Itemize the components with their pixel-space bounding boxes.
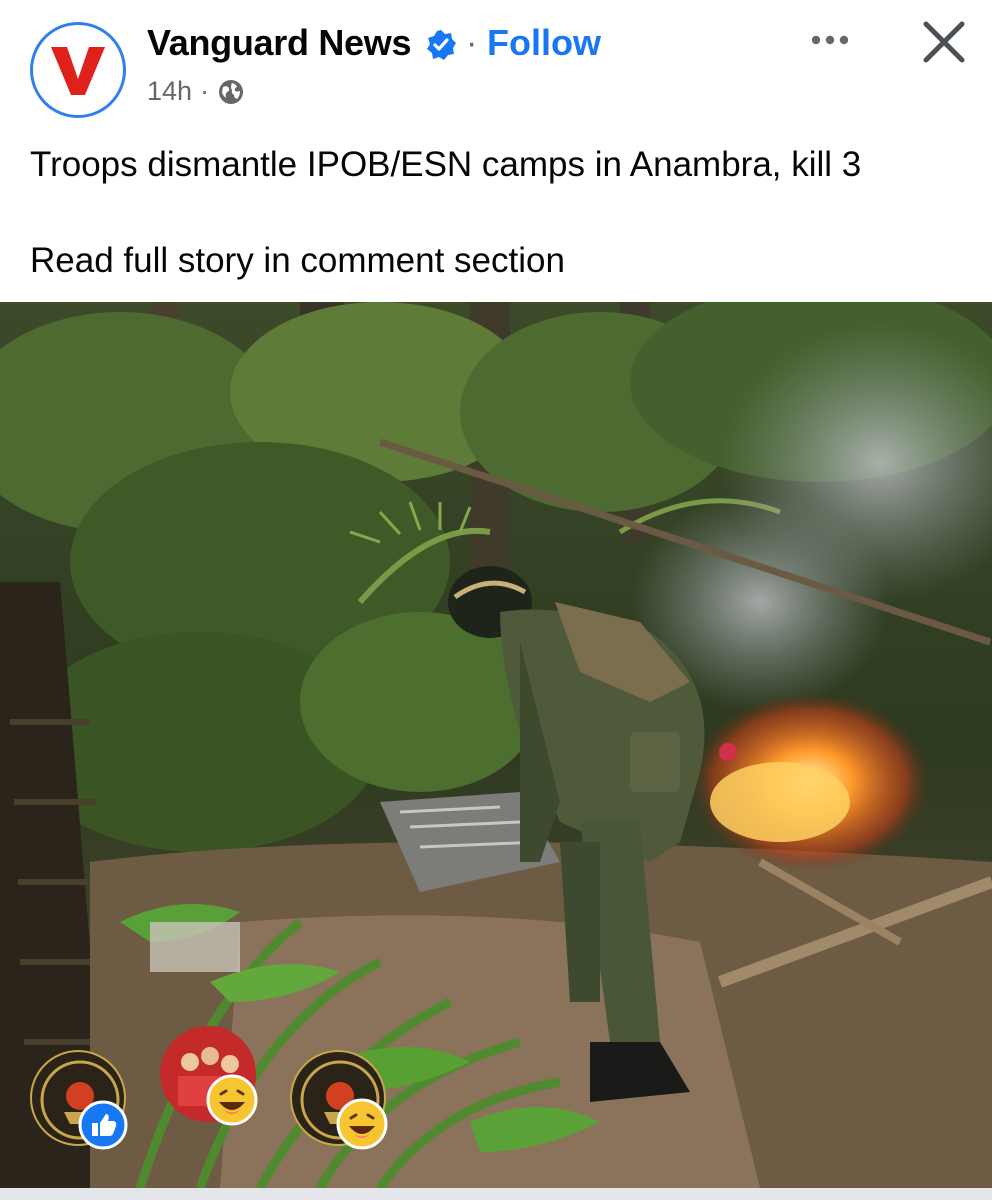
- post-header: Vanguard News · Follow 14h ·: [0, 0, 992, 130]
- page-name[interactable]: Vanguard News: [147, 22, 411, 64]
- feed-divider: [0, 1188, 992, 1200]
- haha-reaction-icon: [206, 1074, 258, 1126]
- vanguard-logo-icon: [51, 47, 105, 95]
- post-time[interactable]: 14h: [147, 76, 192, 107]
- post-subtext: Read full story in comment section: [30, 241, 565, 280]
- close-icon[interactable]: [920, 18, 968, 66]
- follow-separator: ·: [466, 24, 478, 62]
- like-reaction-icon: [78, 1100, 128, 1150]
- globe-icon: [219, 79, 244, 104]
- haha-reaction-icon: [336, 1098, 388, 1150]
- post-meta: 14h ·: [147, 76, 245, 107]
- jungle-scene-image: [0, 302, 992, 1188]
- follow-button[interactable]: Follow: [487, 22, 601, 64]
- post-photo[interactable]: [0, 302, 992, 1188]
- post-headline: Troops dismantle IPOB/ESN camps in Anamb…: [30, 145, 862, 184]
- page-avatar[interactable]: [30, 22, 126, 118]
- meta-separator: ·: [200, 76, 210, 106]
- more-options-icon[interactable]: [806, 22, 854, 58]
- verified-badge-icon: [427, 30, 456, 60]
